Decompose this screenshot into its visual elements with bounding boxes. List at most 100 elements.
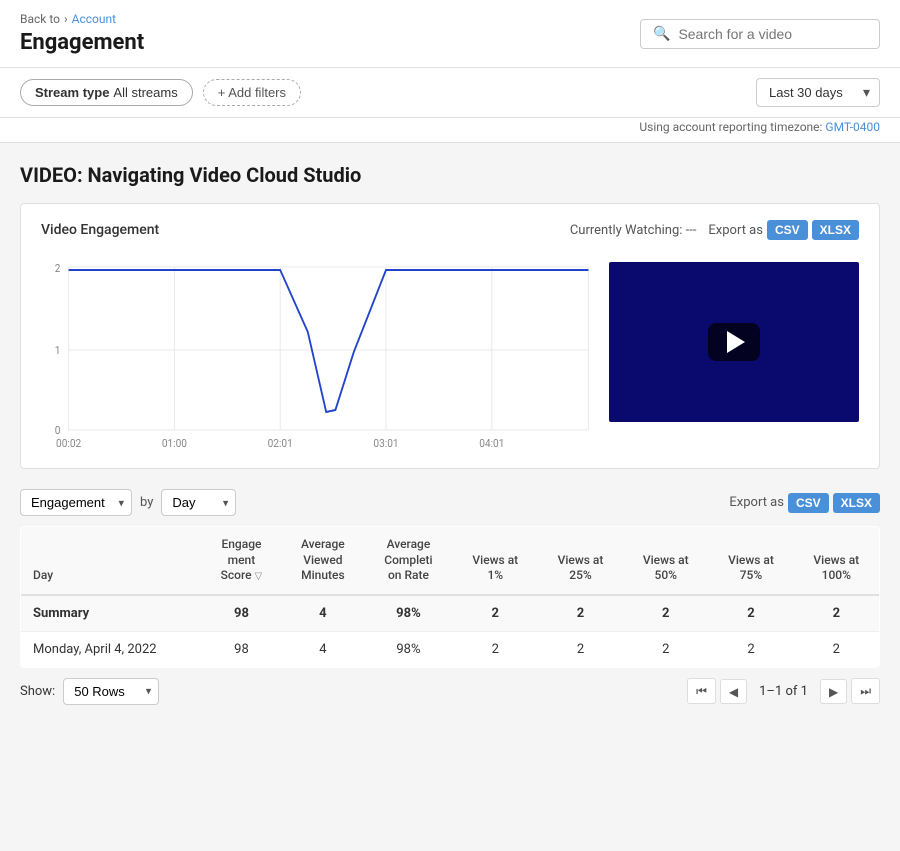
summary-label: Summary	[21, 595, 202, 632]
timezone-text: Using account reporting timezone:	[639, 120, 822, 134]
chart-card: Video Engagement Currently Watching: ---…	[20, 203, 880, 469]
timezone-link[interactable]: GMT-0400	[825, 120, 880, 134]
summary-views-25: 2	[538, 595, 623, 632]
next-page-icon: ▶	[829, 685, 838, 699]
svg-text:1: 1	[55, 344, 61, 358]
col-header-avg-viewed[interactable]: AverageViewedMinutes	[282, 527, 365, 595]
summary-views-100: 2	[794, 595, 880, 632]
period-select-wrapper[interactable]: Day Week Month	[161, 489, 236, 516]
col-header-engagement[interactable]: EngagementScore ▽	[201, 527, 281, 595]
row-engagement: 98	[201, 631, 281, 667]
metric-select[interactable]: Engagement Views Play Rate	[20, 489, 132, 516]
show-label: Show:	[20, 684, 55, 699]
first-page-button[interactable]: ⏮	[687, 678, 716, 704]
last-page-button[interactable]: ⏭	[851, 678, 880, 704]
col-header-views-75[interactable]: Views at75%	[708, 527, 793, 595]
row-views-100: 2	[794, 631, 880, 667]
svg-text:2: 2	[55, 262, 61, 276]
row-views-25: 2	[538, 631, 623, 667]
svg-text:02:01: 02:01	[268, 437, 293, 451]
svg-text:01:00: 01:00	[162, 437, 187, 451]
export-csv-button[interactable]: CSV	[767, 220, 808, 240]
row-views-75: 2	[708, 631, 793, 667]
page-title: Engagement	[20, 30, 144, 55]
header-left: Back to › Account Engagement	[20, 12, 144, 55]
back-link[interactable]: Back to › Account	[20, 12, 144, 26]
account-link[interactable]: Account	[72, 12, 116, 26]
chart-header-right: Currently Watching: --- Export as CSV XL…	[570, 220, 859, 240]
page-header: Back to › Account Engagement 🔍	[0, 0, 900, 68]
table-export-label: Export as	[729, 495, 784, 510]
stream-type-button[interactable]: Stream type All streams	[20, 79, 193, 106]
row-day: Monday, April 4, 2022	[21, 631, 202, 667]
row-avg-completion: 98%	[364, 631, 452, 667]
pagination-bar: Show: 50 Rows 10 Rows 25 Rows 100 Rows ⏮…	[20, 668, 880, 715]
summary-avg-completion: 98%	[364, 595, 452, 632]
summary-row: Summary 98 4 98% 2 2 2 2 2	[21, 595, 880, 632]
table-header: Day EngagementScore ▽ AverageViewedMinut…	[21, 527, 880, 595]
svg-text:00:02: 00:02	[56, 437, 81, 451]
filters-left: Stream type All streams + Add filters	[20, 79, 301, 106]
show-rows: Show: 50 Rows 10 Rows 25 Rows 100 Rows	[20, 678, 159, 705]
metric-select-wrapper[interactable]: Engagement Views Play Rate	[20, 489, 132, 516]
table-export-xlsx-button[interactable]: XLSX	[833, 493, 880, 513]
summary-views-1: 2	[453, 595, 538, 632]
main-content: VIDEO: Navigating Video Cloud Studio Vid…	[0, 143, 900, 735]
table-export-csv-button[interactable]: CSV	[788, 493, 829, 513]
summary-views-50: 2	[623, 595, 708, 632]
date-range-wrapper[interactable]: Last 30 days Last 7 days Last 90 days Cu…	[756, 78, 880, 107]
col-header-views-25[interactable]: Views at25%	[538, 527, 623, 595]
col-header-views-50[interactable]: Views at50%	[623, 527, 708, 595]
svg-text:03:01: 03:01	[373, 437, 398, 451]
data-table: Day EngagementScore ▽ AverageViewedMinut…	[20, 526, 880, 668]
svg-text:04:01: 04:01	[479, 437, 504, 451]
filters-bar: Stream type All streams + Add filters La…	[0, 68, 900, 118]
table-row: Monday, April 4, 2022 98 4 98% 2 2 2 2 2	[21, 631, 880, 667]
search-container[interactable]: 🔍	[640, 19, 880, 49]
col-header-views-100[interactable]: Views at100%	[794, 527, 880, 595]
table-controls: Engagement Views Play Rate by Day Week M…	[20, 489, 880, 516]
date-range-select[interactable]: Last 30 days Last 7 days Last 90 days Cu…	[756, 78, 880, 107]
stream-type-value: All streams	[113, 85, 177, 100]
search-input[interactable]	[678, 26, 867, 42]
currently-watching-value: ---	[686, 223, 697, 238]
stream-type-label: Stream type	[35, 85, 109, 100]
next-page-button[interactable]: ▶	[820, 679, 847, 704]
chart-wrapper: 2 1 0 00:02	[41, 252, 593, 452]
prev-page-button[interactable]: ◀	[720, 679, 747, 704]
export-xlsx-button[interactable]: XLSX	[812, 220, 859, 240]
prev-page-icon: ◀	[729, 685, 738, 699]
currently-watching-label: Currently Watching: ---	[570, 223, 697, 238]
export-group: Export as CSV XLSX	[708, 220, 859, 240]
page-info: 1–1 of 1	[751, 684, 816, 699]
engagement-chart: 2 1 0 00:02	[41, 252, 593, 452]
summary-avg-viewed: 4	[282, 595, 365, 632]
search-icon: 🔍	[653, 26, 670, 42]
table-body: Summary 98 4 98% 2 2 2 2 2 Monday, April…	[21, 595, 880, 668]
row-avg-viewed: 4	[282, 631, 365, 667]
back-text: Back to	[20, 12, 60, 26]
rows-select[interactable]: 50 Rows 10 Rows 25 Rows 100 Rows	[63, 678, 159, 705]
timezone-bar: Using account reporting timezone: GMT-04…	[0, 118, 900, 143]
video-title: VIDEO: Navigating Video Cloud Studio	[20, 163, 880, 187]
first-page-icon: ⏮	[696, 684, 707, 698]
summary-views-75: 2	[708, 595, 793, 632]
rows-select-wrapper[interactable]: 50 Rows 10 Rows 25 Rows 100 Rows	[63, 678, 159, 705]
row-views-50: 2	[623, 631, 708, 667]
add-filters-button[interactable]: + Add filters	[203, 79, 301, 106]
last-page-icon: ⏭	[860, 684, 871, 698]
row-views-1: 2	[453, 631, 538, 667]
col-header-day[interactable]: Day	[21, 527, 202, 595]
chart-title: Video Engagement	[41, 222, 159, 238]
chart-and-video: 2 1 0 00:02	[41, 252, 859, 452]
period-select[interactable]: Day Week Month	[161, 489, 236, 516]
col-header-views-1[interactable]: Views at1%	[453, 527, 538, 595]
play-button[interactable]	[708, 323, 760, 361]
table-controls-left: Engagement Views Play Rate by Day Week M…	[20, 489, 236, 516]
video-thumbnail[interactable]	[609, 262, 859, 422]
col-header-avg-completion[interactable]: AverageCompletion Rate	[364, 527, 452, 595]
by-label: by	[140, 495, 153, 510]
chevron-icon: ›	[64, 12, 68, 26]
svg-text:0: 0	[55, 424, 61, 438]
summary-engagement: 98	[201, 595, 281, 632]
